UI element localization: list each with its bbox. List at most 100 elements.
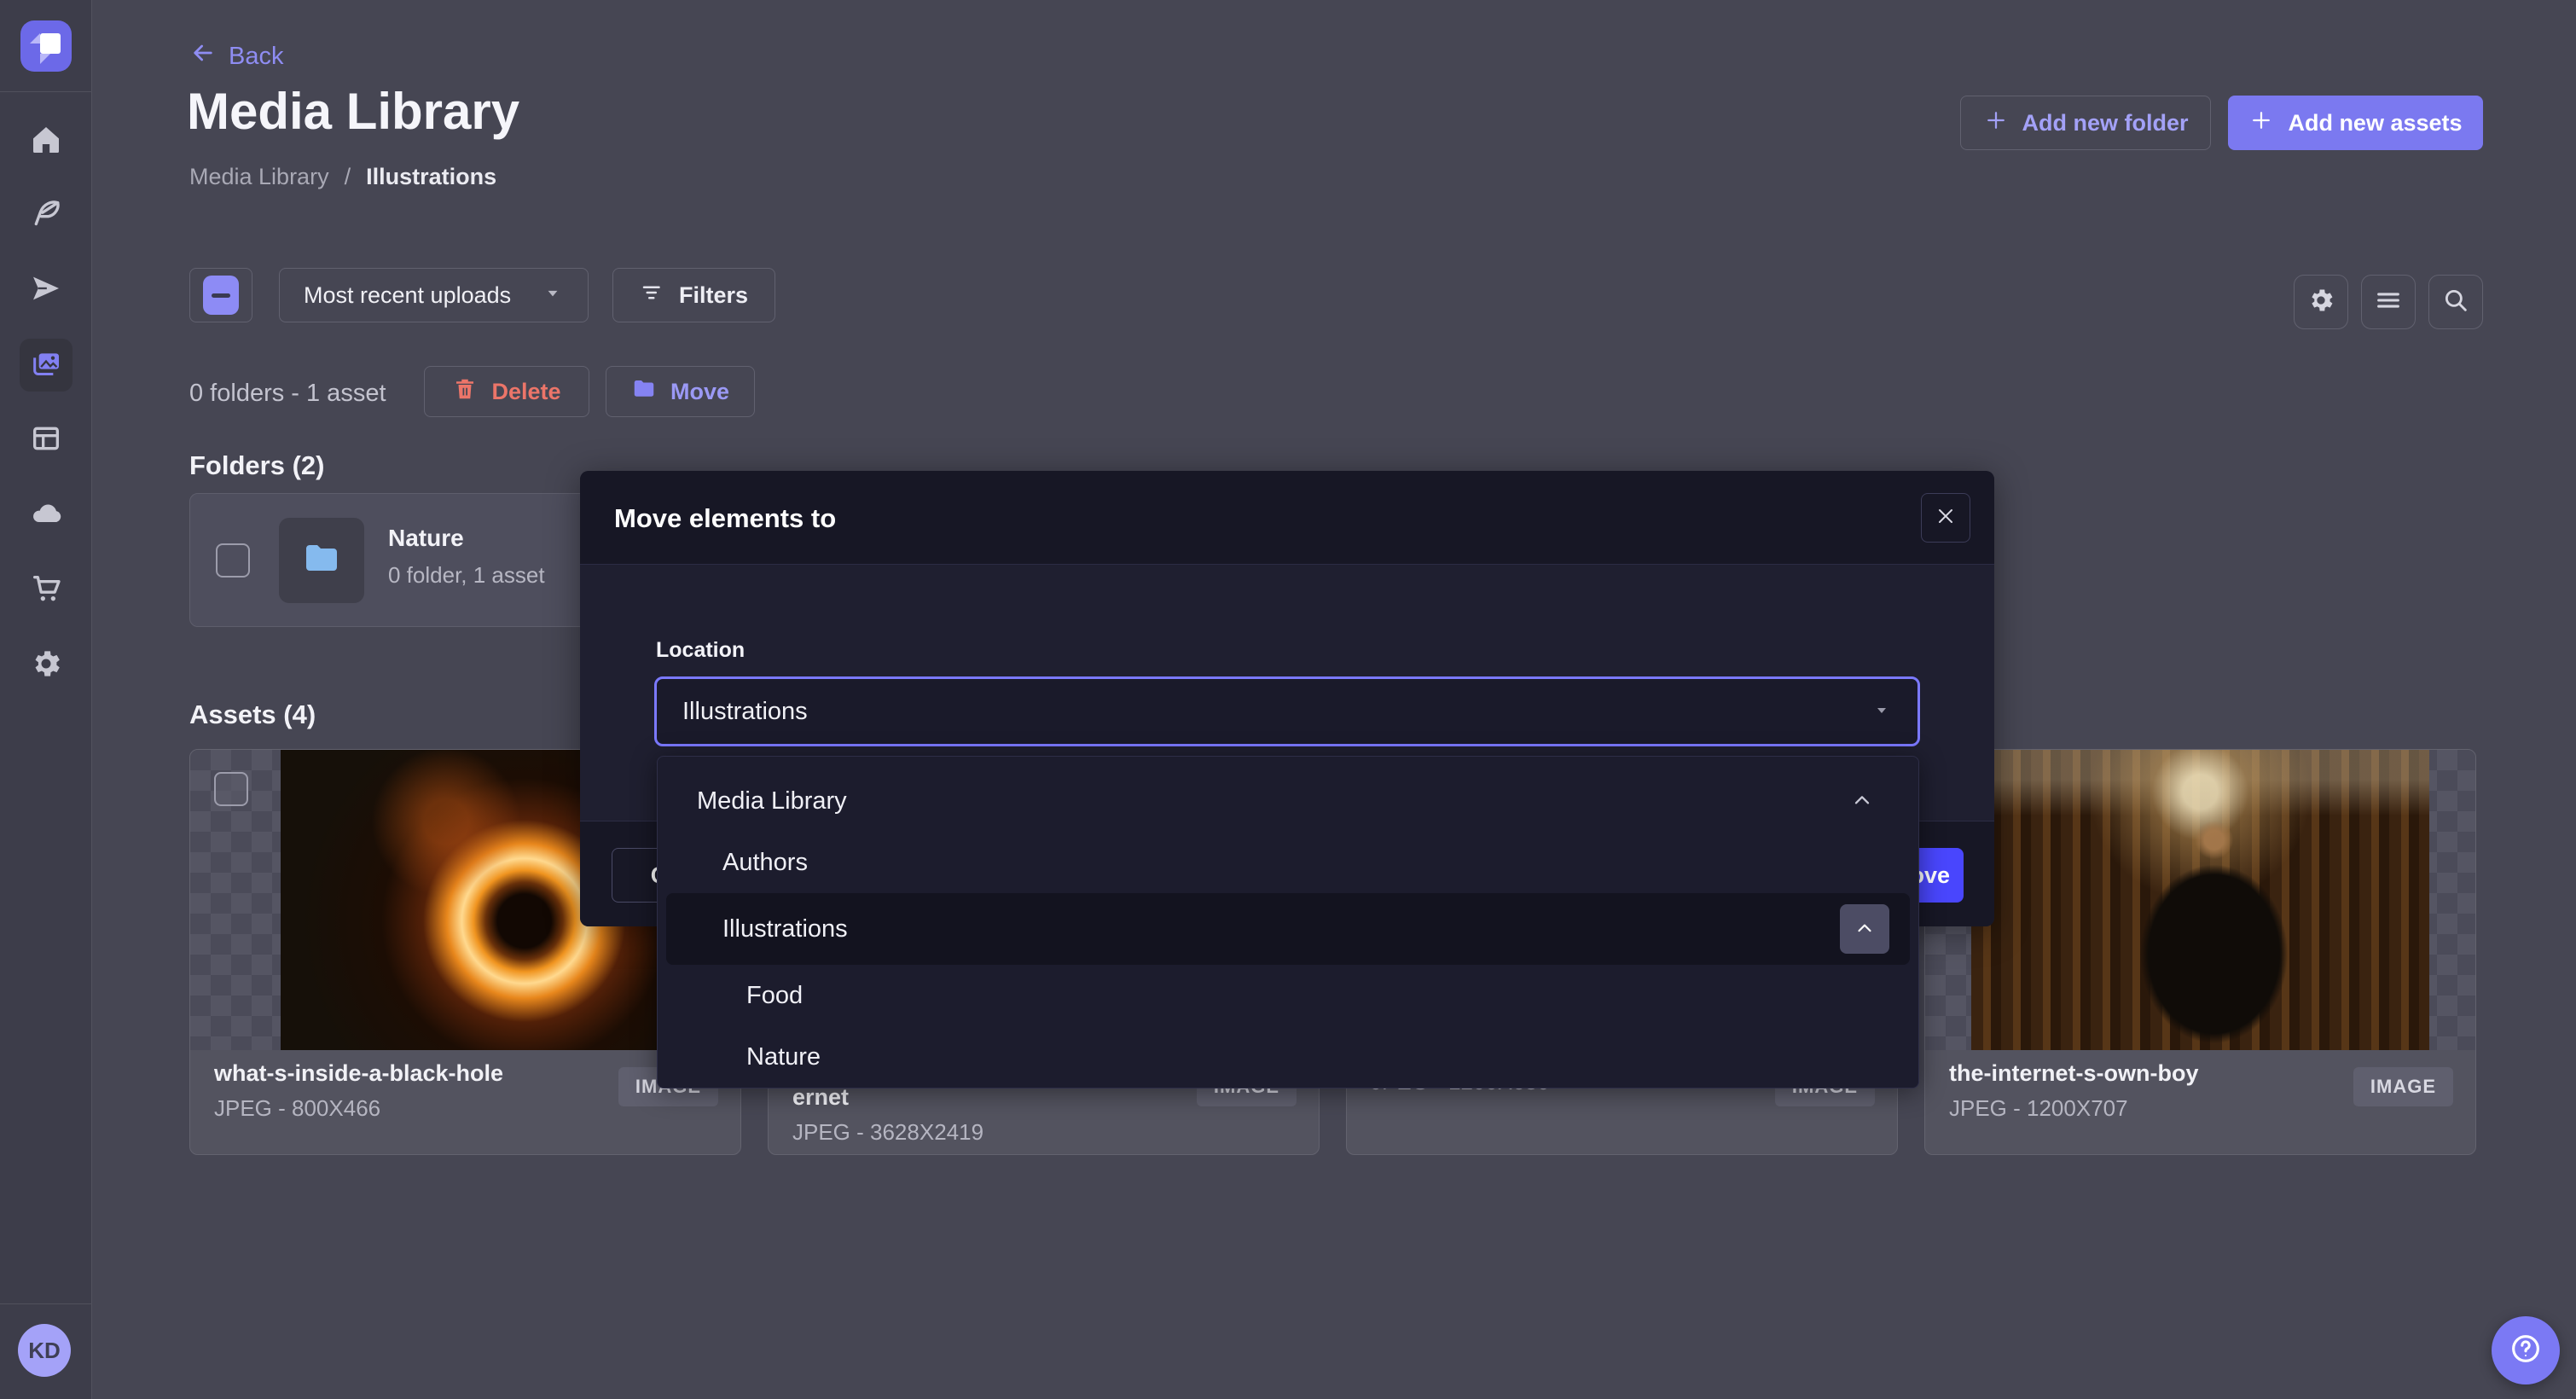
cart-icon: [29, 572, 63, 610]
asset-type-badge: IMAGE: [2353, 1067, 2453, 1106]
view-settings-button[interactable]: [2294, 275, 2348, 329]
asset-thumbnail: [1925, 750, 2475, 1050]
sidebar: KD: [0, 0, 92, 1399]
asset-checkbox[interactable]: [214, 772, 248, 806]
asset-title: what-s-inside-a-black-hole: [214, 1060, 587, 1087]
gear-icon: [29, 647, 63, 685]
asset-card[interactable]: the-internet-s-own-boy JPEG - 1200X707 I…: [1924, 749, 2476, 1155]
sidebar-item-releases[interactable]: [20, 264, 73, 316]
sidebar-item-home[interactable]: [20, 115, 73, 168]
breadcrumb-separator: /: [345, 164, 351, 190]
folder-meta: 0 folder, 1 asset: [388, 562, 545, 589]
dropdown-option-food[interactable]: Food: [666, 965, 1910, 1026]
caret-down-icon: [542, 282, 564, 310]
logo-shape: [30, 33, 40, 44]
breadcrumb: Media Library / Illustrations: [189, 164, 496, 190]
sidebar-item-marketplace[interactable]: [20, 564, 73, 617]
search-button[interactable]: [2428, 275, 2483, 329]
delete-label: Delete: [491, 379, 560, 405]
trash-icon: [452, 376, 478, 408]
dropdown-option-illustrations[interactable]: Illustrations: [666, 893, 1910, 965]
move-label: Move: [670, 379, 729, 405]
folder-checkbox[interactable]: [216, 543, 250, 578]
selection-summary: 0 folders - 1 asset: [189, 369, 386, 418]
move-button[interactable]: Move: [606, 366, 755, 417]
arrow-left-icon: [189, 39, 217, 73]
checkbox-indeterminate-icon: [203, 276, 239, 315]
sidebar-divider: [0, 91, 92, 92]
collapse-children-button[interactable]: [1840, 904, 1889, 954]
location-combobox[interactable]: Illustrations: [654, 676, 1920, 746]
asset-meta: JPEG - 1200X707: [1949, 1095, 2322, 1122]
breadcrumb-current: Illustrations: [366, 164, 496, 190]
chevron-up-icon[interactable]: [1850, 789, 1874, 813]
folders-heading: Folders (2): [189, 450, 324, 481]
filters-label: Filters: [679, 282, 748, 309]
option-label: Food: [746, 982, 803, 1010]
strapi-logo-icon[interactable]: [20, 20, 72, 72]
option-label: Authors: [722, 849, 808, 877]
location-label: Location: [656, 638, 745, 663]
dropdown-option-nature[interactable]: Nature: [666, 1026, 1910, 1088]
sidebar-item-content-manager[interactable]: [20, 189, 73, 241]
option-label: Media Library: [697, 787, 847, 816]
library-portrait-image: [1971, 750, 2429, 1050]
list-icon: [2374, 286, 2403, 319]
sidebar-item-settings[interactable]: [20, 639, 73, 692]
asset-caption: what-s-inside-a-black-hole JPEG - 800X46…: [214, 1060, 587, 1122]
folder-tile: [279, 518, 364, 603]
sidebar-item-media-library[interactable]: [20, 339, 73, 392]
dropdown-option-authors[interactable]: Authors: [666, 832, 1910, 893]
logo-shape: [40, 33, 61, 54]
close-icon: [1935, 506, 1956, 531]
location-dropdown-list: Media Library Authors Illustrations Food…: [657, 756, 1919, 1088]
dropdown-option-media-library[interactable]: Media Library: [666, 770, 1910, 832]
modal-header: Move elements to: [580, 471, 1994, 565]
paper-plane-icon: [29, 271, 63, 310]
folder-icon: [301, 538, 342, 583]
sidebar-item-deploy[interactable]: [20, 489, 73, 542]
asset-title: the-internet-s-own-boy: [1949, 1060, 2322, 1087]
media-library-icon: [29, 346, 63, 385]
location-value: Illustrations: [682, 698, 808, 726]
gear-icon: [2306, 286, 2335, 319]
select-all-checkbox[interactable]: [189, 268, 252, 322]
folder-name: Nature: [388, 525, 464, 552]
close-button[interactable]: [1921, 493, 1970, 543]
plus-icon: [1983, 107, 2009, 139]
page-title: Media Library: [187, 82, 519, 141]
home-icon: [29, 123, 63, 161]
assets-heading: Assets (4): [189, 700, 316, 730]
filters-button[interactable]: Filters: [612, 268, 775, 322]
folder-icon: [631, 376, 657, 408]
filter-icon: [640, 280, 665, 311]
breadcrumb-parent[interactable]: Media Library: [189, 164, 329, 190]
add-new-folder-button[interactable]: Add new folder: [1960, 96, 2211, 150]
add-new-folder-label: Add new folder: [2022, 110, 2189, 136]
sort-dropdown[interactable]: Most recent uploads: [279, 268, 589, 322]
sort-value: Most recent uploads: [304, 282, 511, 309]
feather-icon: [29, 196, 63, 235]
logo-shape: [40, 54, 50, 64]
search-icon: [2441, 286, 2470, 319]
asset-meta: JPEG - 800X466: [214, 1095, 587, 1122]
asset-caption: ernet JPEG - 3628X2419: [792, 1084, 1165, 1146]
delete-button[interactable]: Delete: [424, 366, 589, 417]
add-new-assets-label: Add new assets: [2288, 110, 2462, 136]
list-view-button[interactable]: [2361, 275, 2416, 329]
back-link[interactable]: Back: [189, 39, 283, 73]
question-mark-icon: [2508, 1331, 2544, 1371]
sidebar-item-content-type-builder[interactable]: [20, 414, 73, 467]
help-button[interactable]: [2492, 1316, 2560, 1384]
modal-title: Move elements to: [614, 503, 836, 534]
sidebar-footer-divider: [0, 1303, 92, 1304]
add-new-assets-button[interactable]: Add new assets: [2228, 96, 2483, 150]
asset-caption: the-internet-s-own-boy JPEG - 1200X707: [1949, 1060, 2322, 1122]
asset-meta: JPEG - 3628X2419: [792, 1119, 1165, 1146]
option-label: Nature: [746, 1043, 821, 1071]
cloud-icon: [29, 496, 63, 535]
layout-icon: [29, 421, 63, 460]
user-avatar[interactable]: KD: [18, 1324, 71, 1377]
plus-icon: [2248, 107, 2274, 139]
caret-down-icon: [1871, 700, 1892, 724]
